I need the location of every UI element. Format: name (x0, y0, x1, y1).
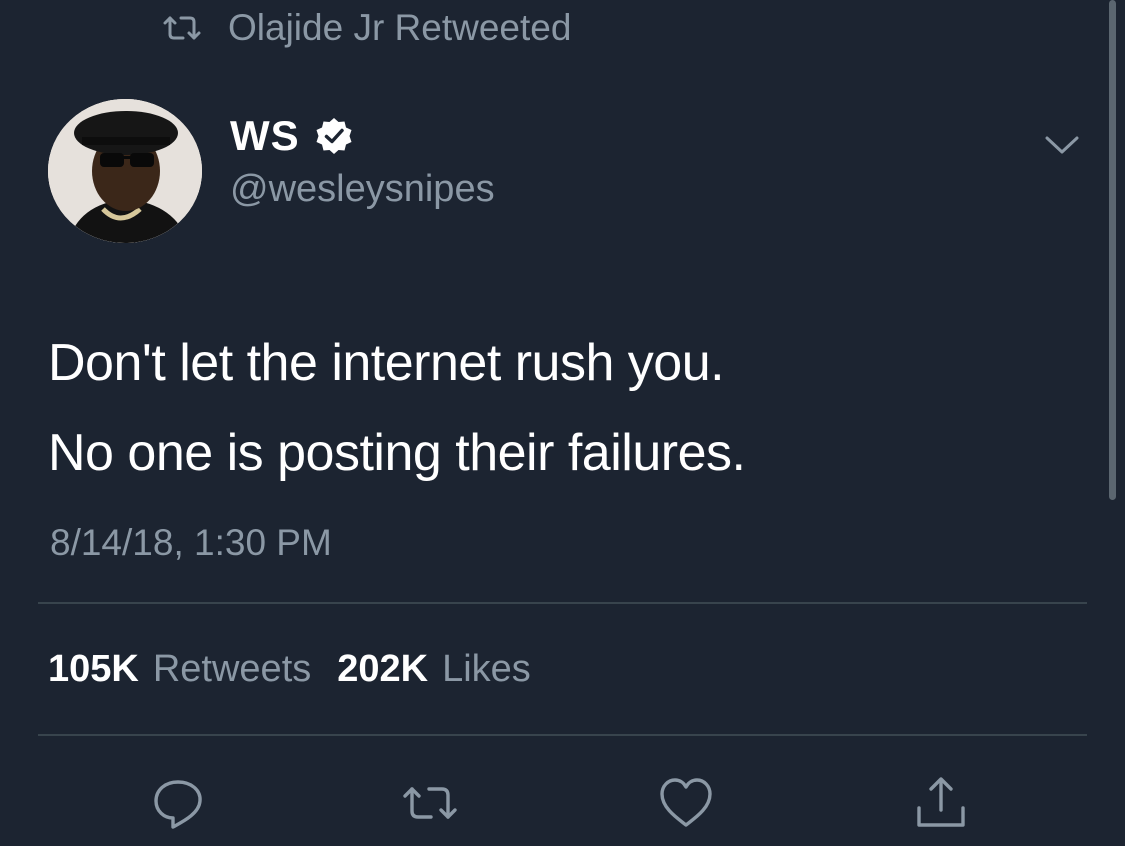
verified-badge-icon (314, 116, 354, 156)
chevron-down-icon (1043, 133, 1081, 157)
retweets-label[interactable]: Retweets (153, 646, 311, 692)
divider (38, 602, 1087, 604)
like-heart-icon (657, 774, 715, 832)
share-icon (912, 774, 970, 832)
scrollbar[interactable] (1109, 0, 1116, 500)
likes-stat[interactable]: 202K Likes (337, 646, 531, 692)
tweet-menu-button[interactable] (1040, 128, 1084, 162)
retweets-count[interactable]: 105K (48, 646, 139, 692)
likes-label[interactable]: Likes (442, 646, 531, 692)
author-display-name[interactable]: WS (230, 112, 300, 160)
likes-count[interactable]: 202K (337, 646, 428, 692)
retweet-context[interactable]: Olajide Jr Retweeted (162, 6, 571, 50)
retweet-button[interactable] (395, 768, 465, 838)
tweet-text-line-2: No one is posting their failures. (48, 424, 746, 482)
author-handle[interactable]: @wesleysnipes (230, 166, 495, 212)
tweet-text: Don't let the internet rush you. No one … (48, 318, 1048, 498)
tweet-detail-screen: Olajide Jr Retweeted WS @wesleysnipes Do… (0, 0, 1125, 846)
engagement-stats: 105K Retweets 202K Likes (48, 646, 531, 692)
tweet-text-line-1: Don't let the internet rush you. (48, 334, 725, 392)
tweet-timestamp: 8/14/18, 1:30 PM (50, 522, 332, 563)
author-name-row[interactable]: WS (230, 112, 354, 160)
retweet-icon (162, 14, 202, 42)
retweet-icon (401, 774, 459, 832)
reply-icon (149, 774, 207, 832)
reply-button[interactable] (143, 768, 213, 838)
avatar[interactable] (48, 99, 202, 243)
share-button[interactable] (906, 768, 976, 838)
retweet-context-label: Olajide Jr Retweeted (228, 7, 572, 48)
divider (38, 734, 1087, 736)
like-button[interactable] (651, 768, 721, 838)
tweet-actions-bar (0, 768, 1125, 838)
